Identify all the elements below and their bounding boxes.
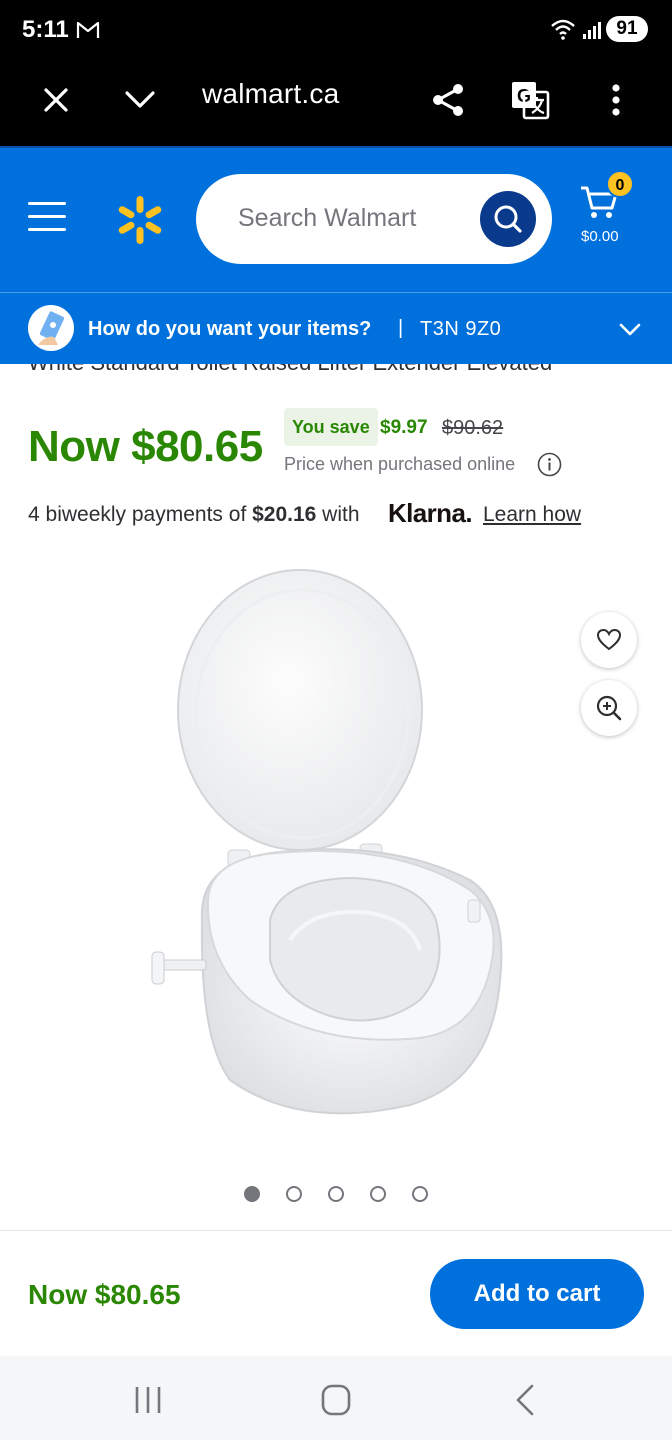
phone-hand-icon (38, 311, 65, 345)
collapse-button[interactable] (120, 80, 160, 120)
more-options-button[interactable] (596, 80, 636, 120)
translate-button[interactable]: G (510, 80, 550, 120)
image-carousel-dots (244, 1186, 428, 1202)
klarna-with: with (316, 503, 360, 526)
postal-code: T3N 9Z0 (420, 318, 502, 340)
close-icon (44, 88, 68, 112)
carousel-dot[interactable] (286, 1186, 302, 1202)
current-price: Now $80.65 (28, 422, 263, 471)
was-price: $90.62 (442, 417, 504, 439)
product-title: White Standard Toilet Raised Lifter Exte… (28, 364, 552, 376)
search-placeholder: Search Walmart (238, 204, 417, 232)
share-button[interactable] (428, 80, 468, 120)
battery-indicator: 91 (606, 16, 648, 42)
price-note: Price when purchased online (284, 454, 516, 474)
fulfillment-question: How do you want your items? (88, 318, 372, 340)
zoom-button[interactable] (581, 680, 637, 736)
fulfillment-separator: | (398, 317, 404, 339)
favorite-button[interactable] (581, 612, 637, 668)
klarna-prefix: 4 biweekly payments of (28, 503, 253, 526)
product-image[interactable] (120, 560, 540, 1140)
url-text[interactable]: walmart.ca (202, 78, 339, 110)
klarna-amount: $20.16 (252, 503, 317, 526)
cart-total: $0.00 (581, 228, 619, 245)
klarna-payment-text: 4 biweekly payments of $20.16 with (28, 503, 360, 527)
delivery-options-icon (28, 305, 74, 351)
fulfillment-selector[interactable]: How do you want your items? | T3N 9Z0 (0, 292, 672, 364)
menu-icon-bar (28, 202, 66, 205)
you-save-badge: You save (284, 408, 378, 446)
status-bar: 5:11 91 (0, 0, 672, 58)
translate-icon: G (512, 82, 550, 120)
walmart-spark-logo[interactable] (114, 194, 166, 246)
carousel-dot[interactable] (412, 1186, 428, 1202)
gmail-icon (76, 21, 100, 38)
menu-icon-bar (28, 215, 66, 218)
status-time: 5:11 (22, 16, 69, 43)
chevron-down-icon (125, 91, 155, 108)
system-navigation-bar (0, 1356, 672, 1440)
cart-count-badge: 0 (606, 170, 634, 198)
carousel-dot[interactable] (370, 1186, 386, 1202)
add-to-cart-button[interactable]: Add to cart (430, 1259, 644, 1329)
carousel-dot[interactable] (328, 1186, 344, 1202)
close-tab-button[interactable] (36, 80, 76, 120)
recent-apps-icon[interactable] (128, 1382, 168, 1418)
search-button[interactable] (480, 191, 536, 247)
product-title-clip: White Standard Toilet Raised Lifter Exte… (0, 364, 672, 378)
share-icon (433, 84, 463, 116)
info-icon[interactable] (537, 452, 562, 477)
menu-icon-bar (28, 228, 66, 231)
home-icon[interactable] (316, 1382, 356, 1418)
menu-button[interactable] (28, 202, 70, 236)
wifi-icon (551, 19, 575, 40)
zoom-in-icon (596, 695, 622, 721)
klarna-logo: Klarna. (388, 498, 473, 528)
browser-toolbar: walmart.ca G (0, 58, 672, 146)
cart-button[interactable]: 0 $0.00 (578, 170, 658, 254)
heart-icon (596, 628, 622, 651)
save-amount: $9.97 (380, 417, 428, 438)
chevron-down-icon (619, 323, 641, 336)
walmart-header: Search Walmart 0 $0.00 (0, 146, 672, 292)
sticky-price: Now $80.65 (28, 1279, 181, 1310)
more-vertical-icon (612, 84, 620, 116)
sticky-purchase-bar: Now $80.65 Add to cart (0, 1230, 672, 1356)
signal-icon (583, 22, 601, 39)
learn-how-link[interactable]: Learn how (483, 503, 581, 527)
back-icon[interactable] (506, 1382, 546, 1418)
carousel-dot[interactable] (244, 1186, 260, 1202)
search-input[interactable]: Search Walmart (196, 174, 552, 264)
search-icon (494, 205, 522, 233)
